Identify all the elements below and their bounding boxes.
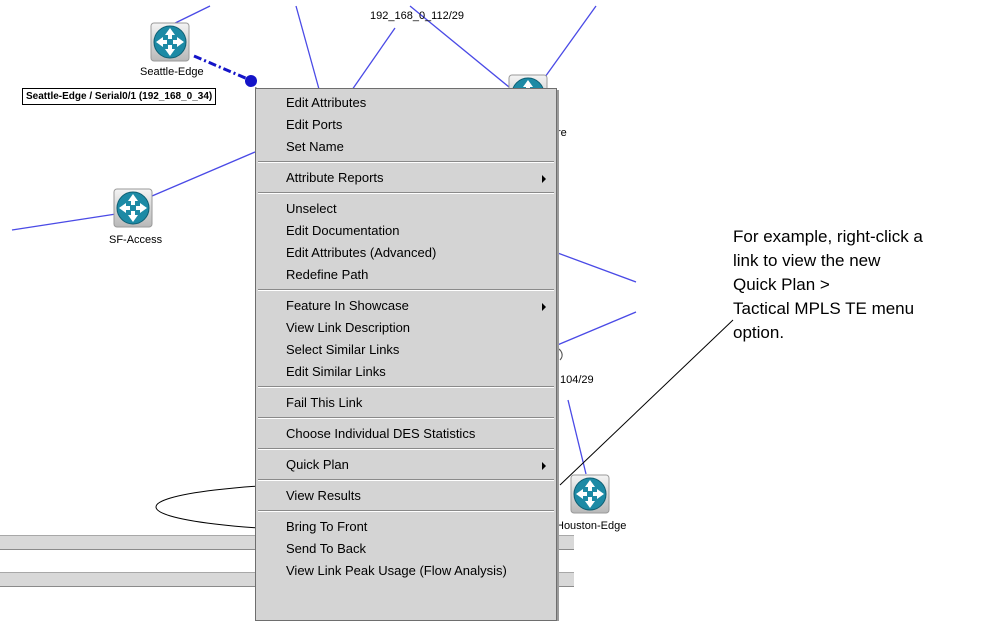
menu-item-label: Fail This Link: [286, 395, 363, 410]
menu-item[interactable]: Set Name: [256, 136, 556, 158]
network-link[interactable]: [539, 5, 597, 85]
menu-item[interactable]: Edit Attributes: [256, 92, 556, 114]
menu-item[interactable]: Send To Back: [256, 538, 556, 560]
menu-item[interactable]: Attribute Reports: [256, 167, 556, 189]
menu-separator: [258, 448, 554, 450]
menu-item[interactable]: Redefine Path: [256, 264, 556, 286]
horizontal-scrollbar[interactable]: [556, 572, 574, 587]
link-tooltip: Seattle-Edge / Serial0/1 (192_168_0_34): [22, 88, 217, 105]
submenu-arrow-icon: [542, 175, 546, 183]
menu-item-label: Bring To Front: [286, 519, 368, 534]
router-icon[interactable]: [150, 22, 190, 62]
node-label-sf-access: SF-Access: [109, 234, 163, 246]
menu-item[interactable]: View Link Description: [256, 317, 556, 339]
menu-item-label: Choose Individual DES Statistics: [286, 426, 476, 441]
menu-item[interactable]: Fail This Link: [256, 392, 556, 414]
menu-item-label: Quick Plan: [286, 457, 349, 472]
menu-item-label: Send To Back: [286, 541, 366, 556]
menu-item[interactable]: Feature In Showcase: [256, 295, 556, 317]
submenu-arrow-icon: [542, 303, 546, 311]
menu-item-label: Edit Attributes (Advanced): [286, 245, 437, 260]
network-link[interactable]: [554, 311, 637, 347]
menu-item[interactable]: Choose Individual DES Statistics: [256, 423, 556, 445]
network-link[interactable]: [295, 5, 323, 101]
menu-item-label: Edit Similar Links: [286, 364, 386, 379]
menu-item-label: Redefine Path: [286, 267, 369, 282]
menu-item-label: View Link Peak Usage (Flow Analysis): [286, 563, 507, 578]
menu-item[interactable]: View Link Peak Usage (Flow Analysis): [256, 560, 556, 582]
menu-item[interactable]: Bring To Front: [256, 516, 556, 538]
menu-item[interactable]: Edit Ports: [256, 114, 556, 136]
network-link[interactable]: [554, 251, 637, 283]
menu-item[interactable]: Edit Documentation: [256, 220, 556, 242]
menu-separator: [258, 161, 554, 163]
menu-item-label: View Link Description: [286, 320, 411, 335]
router-icon[interactable]: [570, 474, 610, 514]
horizontal-scrollbar[interactable]: [0, 572, 256, 587]
callout-line: option.: [733, 323, 785, 342]
menu-item-label: Unselect: [286, 201, 337, 216]
menu-item-label: View Results: [286, 488, 361, 503]
router-icon[interactable]: [113, 188, 153, 228]
menu-item[interactable]: View Results: [256, 485, 556, 507]
menu-separator: [258, 192, 554, 194]
node-label-houston-edge: Houston-Edge: [556, 520, 627, 532]
menu-item-label: Attribute Reports: [286, 170, 384, 185]
menu-item-label: Set Name: [286, 139, 344, 154]
callout-line: link to view the new: [733, 251, 881, 270]
callout-line: Tactical MPLS TE menu: [733, 299, 915, 318]
callout-line: For example, right-click a: [733, 227, 923, 246]
menu-item[interactable]: Quick Plan: [256, 454, 556, 476]
menu-item[interactable]: Select Similar Links: [256, 339, 556, 361]
menu-item[interactable]: Edit Attributes (Advanced): [256, 242, 556, 264]
horizontal-scrollbar[interactable]: [0, 535, 256, 550]
menu-separator: [258, 386, 554, 388]
network-link[interactable]: [11, 213, 117, 231]
menu-item-label: Select Similar Links: [286, 342, 400, 357]
submenu-arrow-icon: [542, 462, 546, 470]
menu-item[interactable]: Edit Similar Links: [256, 361, 556, 383]
menu-separator: [258, 417, 554, 419]
context-menu: Edit Attributes Edit Ports Set Name Attribu…: [255, 88, 557, 621]
menu-item[interactable]: Unselect: [256, 198, 556, 220]
menu-item-label: Edit Documentation: [286, 223, 400, 238]
horizontal-scrollbar[interactable]: [556, 535, 574, 550]
node-label-partial: re: [557, 127, 567, 139]
node-label-seattle-edge: Seattle-Edge: [140, 66, 204, 78]
menu-item-label: Edit Attributes: [286, 95, 367, 110]
menu-item-label: Edit Ports: [286, 117, 343, 132]
menu-item-label: Feature In Showcase: [286, 298, 409, 313]
link-label-top: 192_168_0_112/29: [370, 10, 465, 22]
menu-separator: [258, 479, 554, 481]
menu-separator: [258, 289, 554, 291]
menu-separator: [258, 510, 554, 512]
callout-text: For example, right-click a link to view t…: [733, 225, 1003, 345]
network-link[interactable]: [151, 151, 256, 197]
callout-line: Quick Plan >: [733, 275, 830, 294]
link-label-lower: 104/29: [560, 374, 594, 386]
